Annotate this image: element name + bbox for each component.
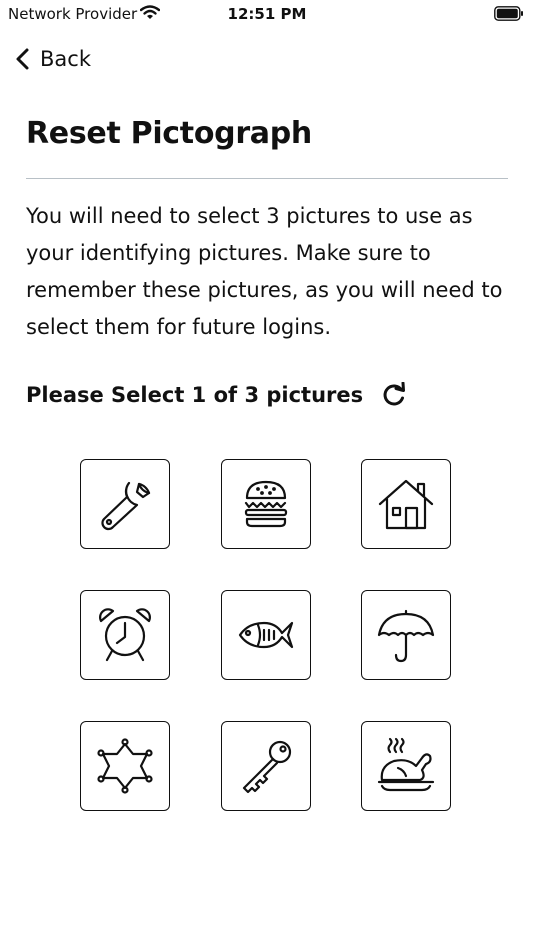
picture-tile-sheriff-star[interactable] — [80, 721, 170, 811]
refresh-icon[interactable] — [381, 382, 407, 408]
burger-icon — [244, 480, 288, 528]
battery-icon — [494, 6, 523, 21]
back-button[interactable]: Back — [14, 44, 91, 74]
sheriff-star-icon — [97, 738, 153, 794]
divider — [26, 178, 508, 179]
page-title: Reset Pictograph — [26, 116, 312, 151]
chevron-left-icon — [16, 48, 29, 70]
key-icon — [242, 740, 292, 794]
fish-icon — [238, 621, 294, 649]
alarm-clock-icon — [99, 608, 151, 662]
picture-tile-wrench[interactable] — [80, 459, 170, 549]
picture-tile-alarm-clock[interactable] — [80, 590, 170, 680]
umbrella-icon — [377, 609, 435, 663]
roast-chicken-icon — [377, 737, 435, 792]
picture-tile-house[interactable] — [361, 459, 451, 549]
status-time: 12:51 PM — [227, 5, 307, 23]
selection-header: Please Select 1 of 3 pictures — [26, 382, 407, 408]
selection-progress-label: Please Select 1 of 3 pictures — [26, 383, 364, 407]
picture-tile-roast-chicken[interactable] — [361, 721, 451, 811]
picture-tile-umbrella[interactable] — [361, 590, 451, 680]
picture-tile-burger[interactable] — [221, 459, 311, 549]
wrench-icon — [101, 481, 151, 531]
instructions-text: You will need to select 3 pictures to us… — [26, 204, 503, 339]
picture-tile-key[interactable] — [221, 721, 311, 811]
picture-tile-fish[interactable] — [221, 590, 311, 680]
back-label: Back — [40, 47, 91, 71]
house-icon — [378, 479, 434, 530]
status-bar: Network Provider 12:51 PM — [0, 0, 534, 30]
